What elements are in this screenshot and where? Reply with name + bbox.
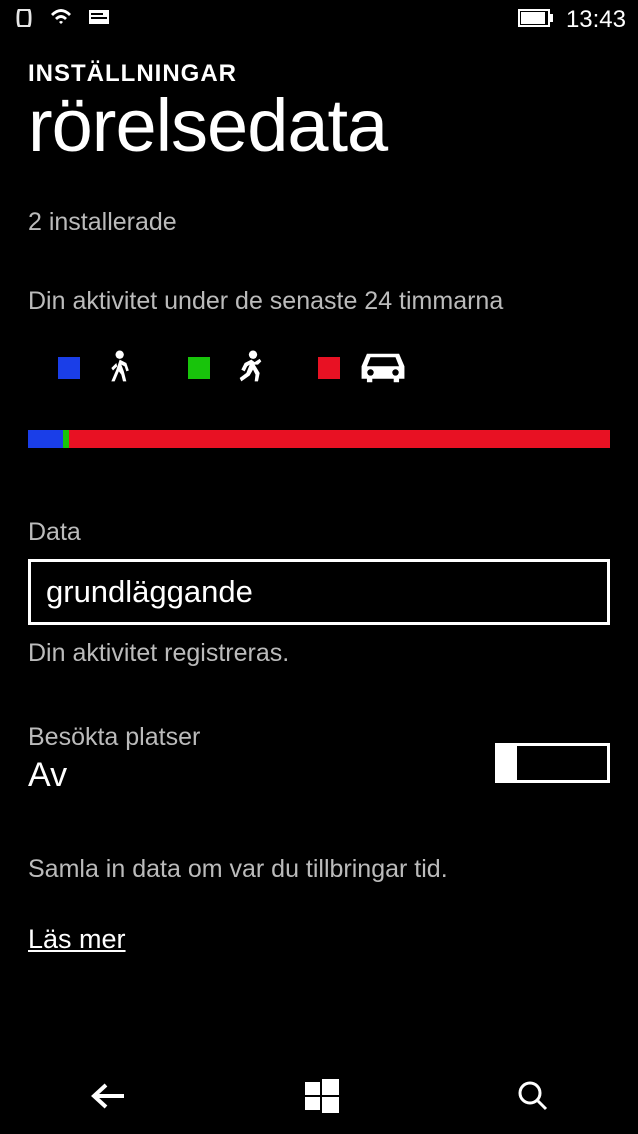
home-button[interactable] xyxy=(305,1079,339,1118)
places-value: Av xyxy=(28,756,200,795)
places-toggle[interactable] xyxy=(495,743,610,783)
legend-drive xyxy=(318,346,408,390)
legend-swatch-walk xyxy=(58,357,80,379)
search-button[interactable] xyxy=(516,1079,550,1118)
run-icon xyxy=(228,346,268,390)
clock-time: 13:43 xyxy=(566,6,626,34)
status-bar: 13:43 xyxy=(0,0,638,40)
legend-walk xyxy=(58,346,138,390)
toggle-knob xyxy=(495,743,517,783)
battery-icon xyxy=(518,9,554,32)
page-title: rörelsedata xyxy=(28,83,610,168)
message-icon xyxy=(86,6,112,35)
activity-segment-drive xyxy=(69,430,610,448)
activity-label: Din aktivitet under de senaste 24 timmar… xyxy=(28,287,610,316)
places-label: Besökta platser xyxy=(28,723,200,752)
back-button[interactable] xyxy=(88,1081,128,1116)
walk-icon xyxy=(98,346,138,390)
legend-run xyxy=(188,346,268,390)
nav-bar xyxy=(0,1062,638,1134)
legend-swatch-drive xyxy=(318,357,340,379)
page-header: INSTÄLLNINGAR rörelsedata xyxy=(0,60,638,168)
vibrate-icon xyxy=(12,6,36,35)
car-icon xyxy=(358,346,408,390)
legend-swatch-run xyxy=(188,357,210,379)
data-note: Din aktivitet registreras. xyxy=(28,639,610,668)
wifi-icon xyxy=(48,6,74,35)
places-description: Samla in data om var du tillbringar tid. xyxy=(28,855,610,884)
apps-installed-count[interactable]: 2 installerade xyxy=(28,208,610,237)
activity-legend xyxy=(28,346,610,390)
activity-bar xyxy=(28,430,610,448)
data-label: Data xyxy=(28,518,610,547)
data-level-select[interactable]: grundläggande xyxy=(28,559,610,625)
learn-more-link[interactable]: Läs mer xyxy=(28,924,126,955)
activity-segment-walk xyxy=(28,430,63,448)
